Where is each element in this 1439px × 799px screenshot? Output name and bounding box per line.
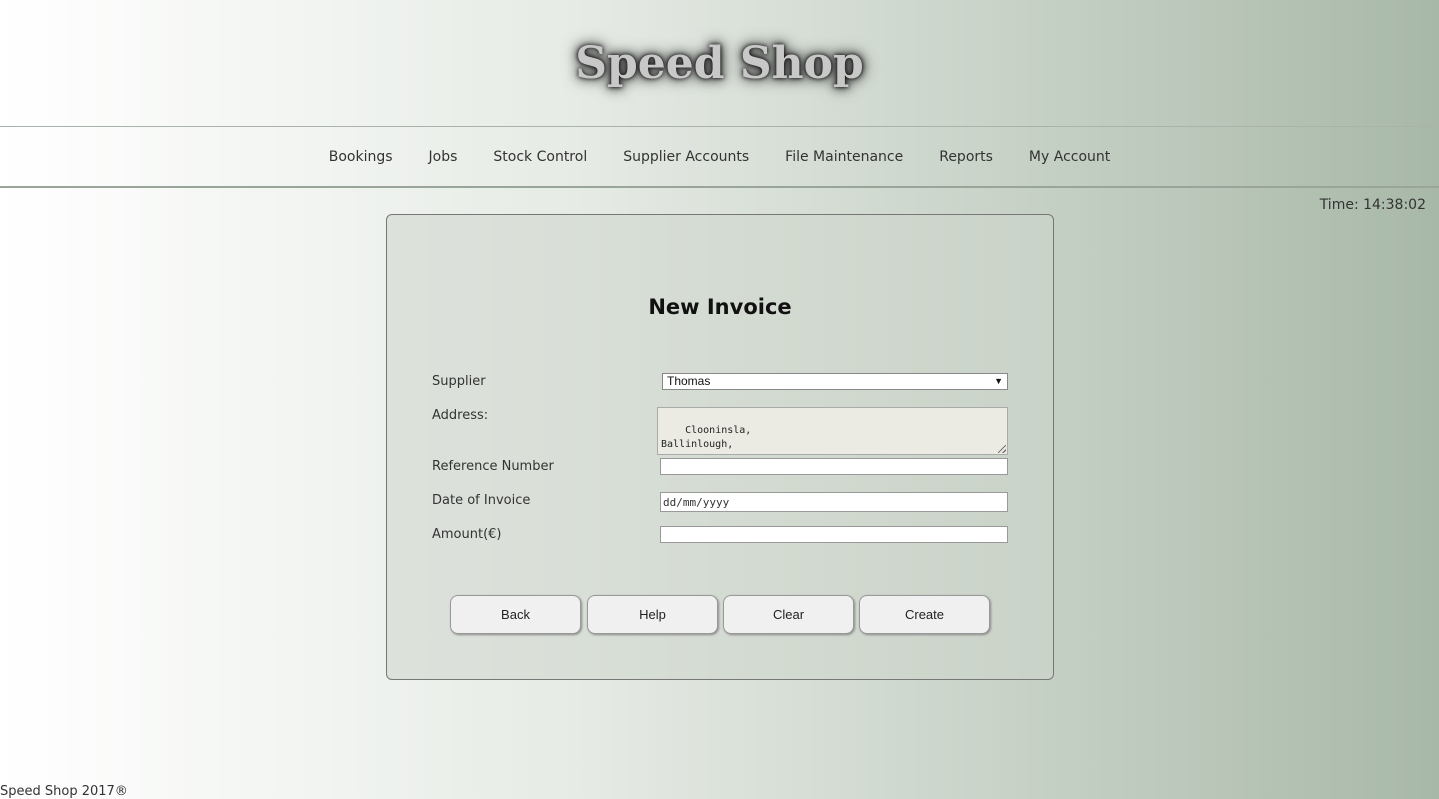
dropdown-arrow-icon: ▼ (994, 376, 1003, 386)
reference-number-label: Reference Number (432, 459, 554, 474)
supplier-label: Supplier (432, 374, 486, 389)
back-button[interactable]: Back (450, 595, 581, 634)
help-button[interactable]: Help (587, 595, 718, 634)
date-of-invoice-input[interactable] (660, 492, 1008, 512)
create-button[interactable]: Create (859, 595, 990, 634)
nav-item-stock-control[interactable]: Stock Control (493, 149, 587, 165)
nav-item-supplier-accounts[interactable]: Supplier Accounts (623, 149, 749, 165)
nav-item-jobs[interactable]: Jobs (429, 149, 458, 165)
new-invoice-panel: New Invoice Supplier Thomas ▼ Address: C… (386, 214, 1054, 680)
supplier-selected-value: Thomas (667, 374, 711, 388)
amount-label: Amount(€) (432, 527, 502, 542)
amount-input[interactable] (660, 526, 1008, 543)
supplier-select[interactable]: Thomas ▼ (662, 373, 1008, 390)
address-text: Clooninsla, Ballinlough, Co.Roscommon (661, 425, 752, 454)
site-logo: Speed Shop (575, 38, 864, 89)
nav-item-bookings[interactable]: Bookings (329, 149, 393, 165)
clock-display: Time: 14:38:02 (1319, 197, 1426, 213)
nav-item-reports[interactable]: Reports (939, 149, 993, 165)
reference-number-input[interactable] (660, 458, 1008, 475)
address-label: Address: (432, 408, 489, 423)
footer-copyright: Speed Shop 2017® (0, 784, 128, 799)
clear-button[interactable]: Clear (723, 595, 854, 634)
nav-item-my-account[interactable]: My Account (1029, 149, 1110, 165)
page-title: New Invoice (648, 295, 792, 319)
main-nav: Bookings Jobs Stock Control Supplier Acc… (0, 126, 1439, 188)
resize-grip-icon[interactable] (998, 445, 1006, 453)
address-textarea[interactable]: Clooninsla, Ballinlough, Co.Roscommon (657, 407, 1008, 455)
date-of-invoice-label: Date of Invoice (432, 493, 531, 508)
nav-item-file-maintenance[interactable]: File Maintenance (785, 149, 903, 165)
